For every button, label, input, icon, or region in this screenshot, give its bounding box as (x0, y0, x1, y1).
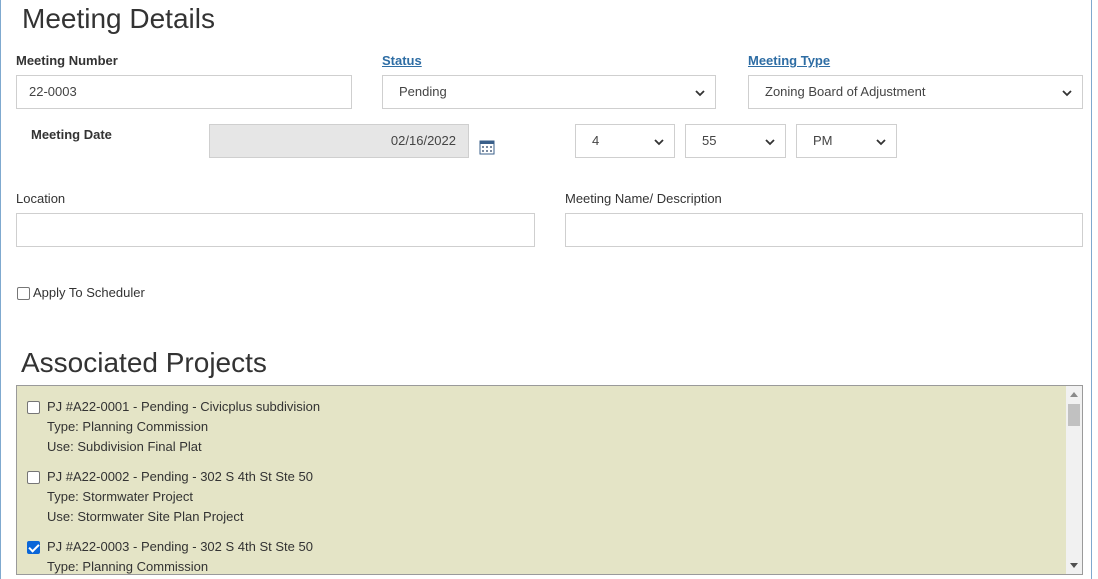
associated-projects-heading: Associated Projects (21, 347, 267, 378)
project-checkbox[interactable] (27, 541, 40, 554)
ampm-select[interactable]: PM (796, 124, 897, 158)
project-use: Use: Stormwater Site Plan Project (47, 509, 244, 524)
meeting-details-heading: Meeting Details (22, 3, 215, 34)
minute-select-value: 55 (702, 133, 717, 148)
meeting-date-label: Meeting Date (31, 127, 112, 142)
location-label: Location (16, 191, 66, 206)
scrollbar-thumb[interactable] (1068, 404, 1080, 426)
meeting-date-input[interactable]: 02/16/2022 (209, 124, 469, 158)
chevron-down-icon (876, 139, 886, 146)
status-select-value: Pending (399, 84, 447, 99)
meeting-number-label: Meeting Number (16, 53, 118, 68)
project-checkbox[interactable] (27, 471, 40, 484)
meeting-number-input[interactable]: 22-0003 (16, 75, 352, 109)
chevron-down-icon (1062, 90, 1072, 97)
project-title: PJ #A22-0002 - Pending - 302 S 4th St St… (47, 469, 313, 484)
meeting-name-label: Meeting Name/ Description (565, 191, 722, 206)
status-select[interactable]: Pending (382, 75, 716, 109)
apply-scheduler-label[interactable]: Apply To Scheduler (33, 285, 145, 300)
hour-select-value: 4 (592, 133, 600, 148)
meeting-type-select-value: Zoning Board of Adjustment (765, 84, 926, 99)
chevron-down-icon (765, 139, 775, 146)
meeting-type-select[interactable]: Zoning Board of Adjustment (748, 75, 1083, 109)
scroll-down-icon[interactable] (1070, 563, 1078, 568)
scroll-up-icon[interactable] (1070, 392, 1078, 397)
meeting-name-input[interactable] (565, 213, 1083, 247)
status-link[interactable]: Status (382, 53, 422, 68)
chevron-down-icon (654, 139, 664, 146)
location-input[interactable] (16, 213, 535, 247)
project-type: Type: Stormwater Project (47, 489, 193, 504)
ampm-select-value: PM (813, 133, 833, 148)
meeting-type-link[interactable]: Meeting Type (748, 53, 830, 68)
project-title: PJ #A22-0003 - Pending - 302 S 4th St St… (47, 539, 313, 554)
chevron-down-icon (695, 90, 705, 97)
projects-scrollbar[interactable] (1066, 386, 1082, 574)
project-type: Type: Planning Commission (47, 559, 209, 574)
project-type: Type: Planning Commission (47, 419, 209, 434)
minute-select[interactable]: 55 (685, 124, 786, 158)
project-title: PJ #A22-0001 - Pending - Civicplus subdi… (47, 399, 321, 414)
project-use: Use: Subdivision Final Plat (47, 439, 202, 454)
projects-list: PJ #A22-0001 - Pending - Civicplus subdi… (16, 385, 1083, 575)
calendar-icon[interactable] (479, 139, 495, 155)
hour-select[interactable]: 4 (575, 124, 675, 158)
project-checkbox[interactable] (27, 401, 40, 414)
apply-scheduler-checkbox[interactable] (17, 287, 30, 300)
